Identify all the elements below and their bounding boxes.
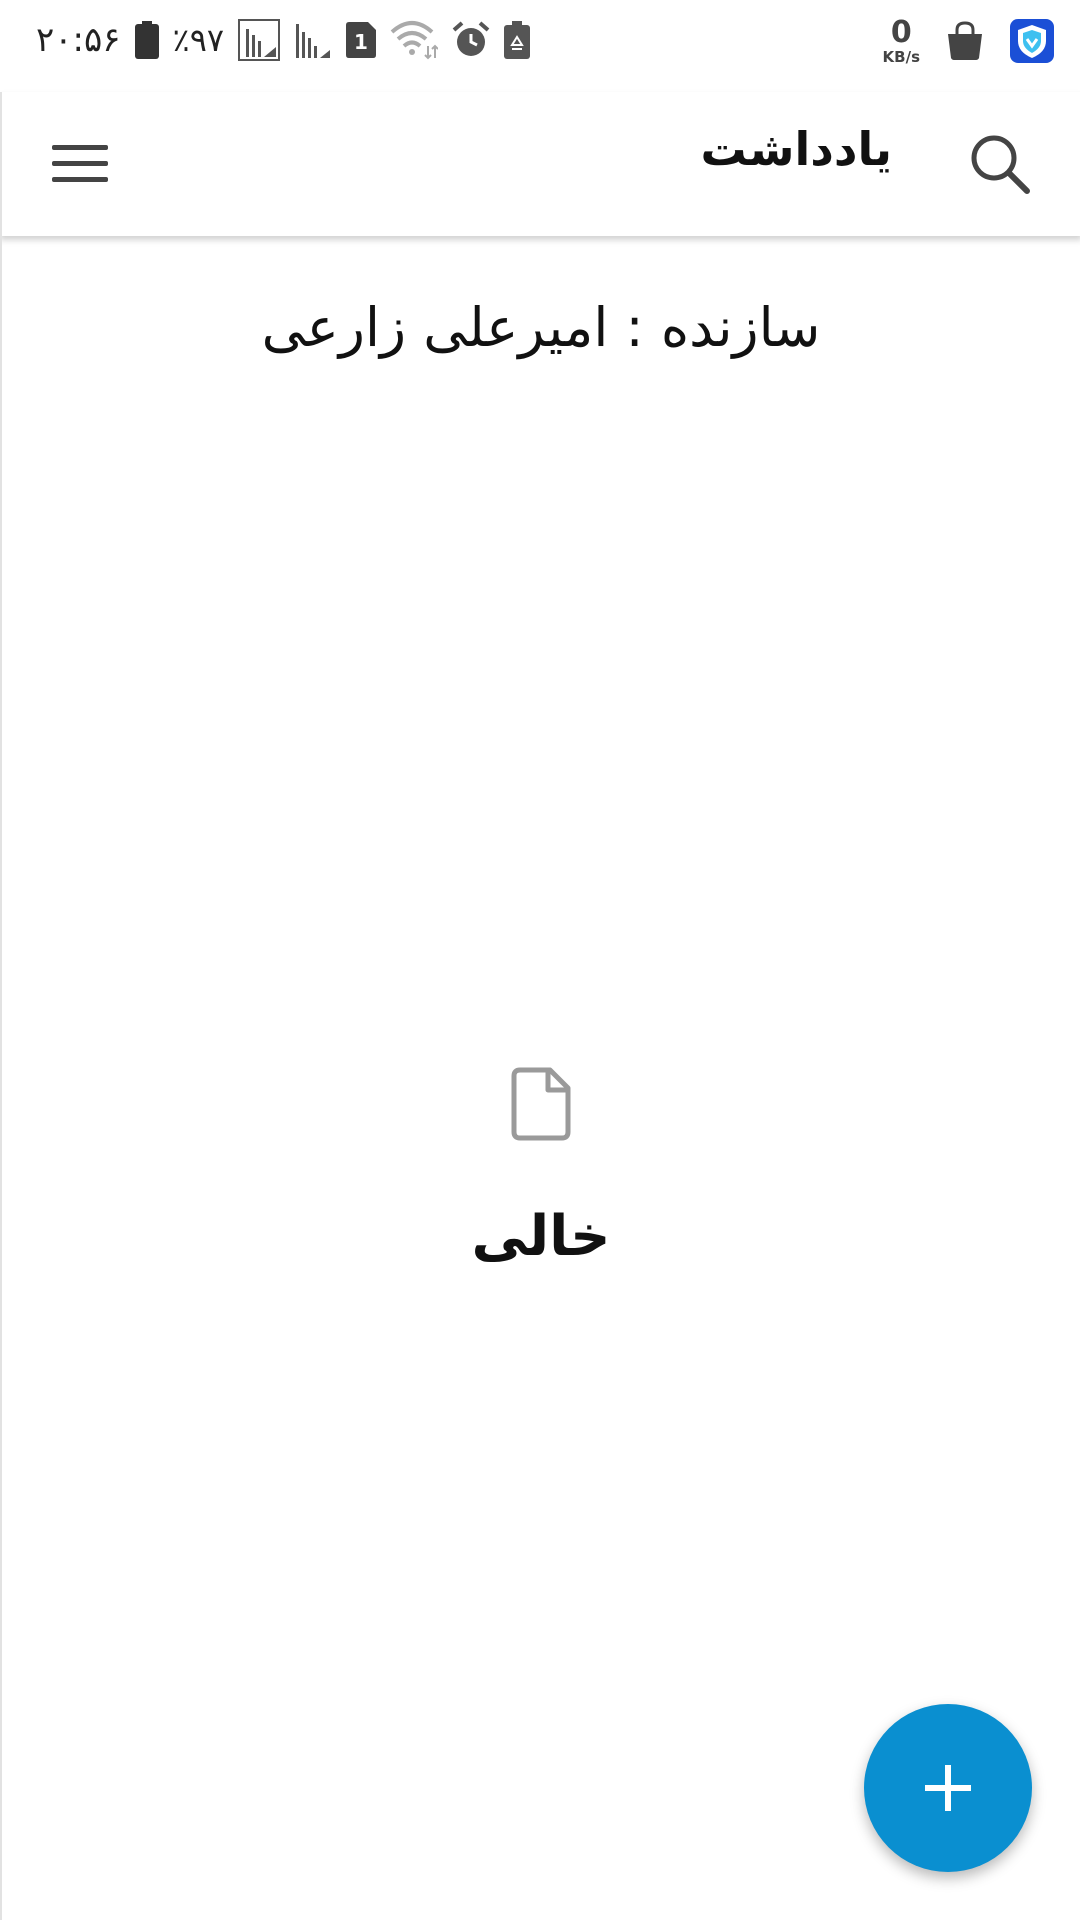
- status-bar: ۲۰:۵۶ ٪۹۷ 1 0 KB/s: [0, 0, 1080, 78]
- signal-icon: [238, 19, 281, 61]
- status-bar-left: ۲۰:۵۶ ٪۹۷ 1: [36, 10, 531, 70]
- empty-state-text: خالی: [471, 1204, 611, 1269]
- document-icon: [510, 1066, 574, 1142]
- alarm-icon: [452, 21, 490, 59]
- screen: ۲۰:۵۶ ٪۹۷ 1 0 KB/s یادداشت سازنده: امیر…: [0, 0, 1080, 1920]
- search-icon: [971, 135, 1030, 194]
- hamburger-menu-icon: [52, 145, 108, 182]
- page-title: یادداشت: [700, 122, 892, 176]
- shopping-bag-icon: [946, 21, 984, 61]
- network-speed-value: 0: [890, 14, 912, 50]
- signal-icon-2: [294, 20, 332, 60]
- add-note-button[interactable]: [864, 1704, 1032, 1872]
- sim-label: 1: [354, 30, 368, 54]
- battery-percent: ٪۹۷: [172, 21, 225, 59]
- menu-button[interactable]: [42, 126, 118, 202]
- network-speed-unit: KB/s: [882, 47, 920, 66]
- recycle-icon: [504, 21, 531, 59]
- creator-label: سازنده : امیرعلی زارعی: [261, 296, 821, 359]
- notes-content: سازنده : امیرعلی زارعی خالی: [0, 236, 1080, 1920]
- battery-icon: [134, 21, 159, 59]
- search-button[interactable]: [958, 122, 1042, 206]
- shield-icon: [1010, 19, 1054, 63]
- status-time: ۲۰:۵۶: [36, 20, 121, 60]
- network-speed: 0 KB/s: [882, 14, 920, 66]
- app-bar: یادداشت: [0, 92, 1080, 236]
- plus-icon: [925, 1765, 971, 1811]
- wifi-icon: [390, 20, 439, 60]
- status-bar-right: 0 KB/s: [883, 12, 1054, 70]
- sim-icon: 1: [346, 22, 377, 58]
